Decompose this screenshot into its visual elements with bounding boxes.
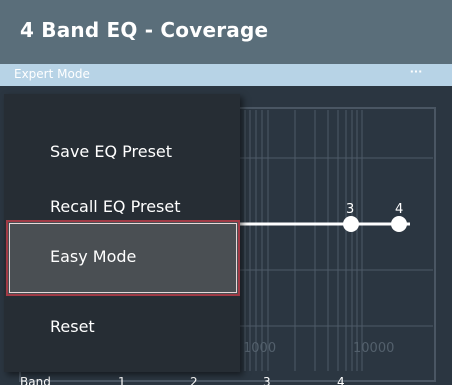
eq-app: 4 Band EQ - Coverage Expert Mode ··· 3 4… [0, 0, 452, 385]
vertical-grid [244, 110, 363, 371]
context-menu: Save EQ Preset Recall EQ Preset Easy Mod… [4, 94, 240, 372]
window-title: 4 Band EQ - Coverage [20, 18, 269, 42]
more-options-button[interactable]: ··· [404, 63, 428, 81]
band-4-marker-label: 4 [395, 202, 403, 217]
title-bar: 4 Band EQ - Coverage [0, 0, 452, 64]
menu-item-label: Recall EQ Preset [50, 197, 181, 216]
menu-item-label: Easy Mode [50, 247, 137, 266]
menu-item-label: Save EQ Preset [50, 142, 173, 161]
band-4-handle[interactable] [391, 216, 407, 232]
menu-item-label: Reset [50, 317, 95, 336]
band-3-marker-label: 3 [346, 202, 354, 217]
menu-item-save-eq-preset[interactable]: Save EQ Preset [4, 129, 240, 177]
band-number-1: 1 [118, 375, 126, 385]
menu-item-reset[interactable]: Reset [4, 304, 240, 352]
band-3-handle[interactable] [343, 216, 359, 232]
band-row-label: Band [20, 375, 51, 385]
mode-bar: Expert Mode [0, 64, 452, 86]
freq-label-1000: 1000 [243, 341, 276, 356]
band-number-2: 2 [190, 375, 198, 385]
freq-label-10000: 10000 [353, 341, 394, 356]
band-number-3: 3 [263, 375, 271, 385]
expert-mode-label: Expert Mode [14, 67, 90, 81]
band-number-4: 4 [337, 375, 345, 385]
menu-item-easy-mode[interactable]: Easy Mode [6, 220, 240, 296]
